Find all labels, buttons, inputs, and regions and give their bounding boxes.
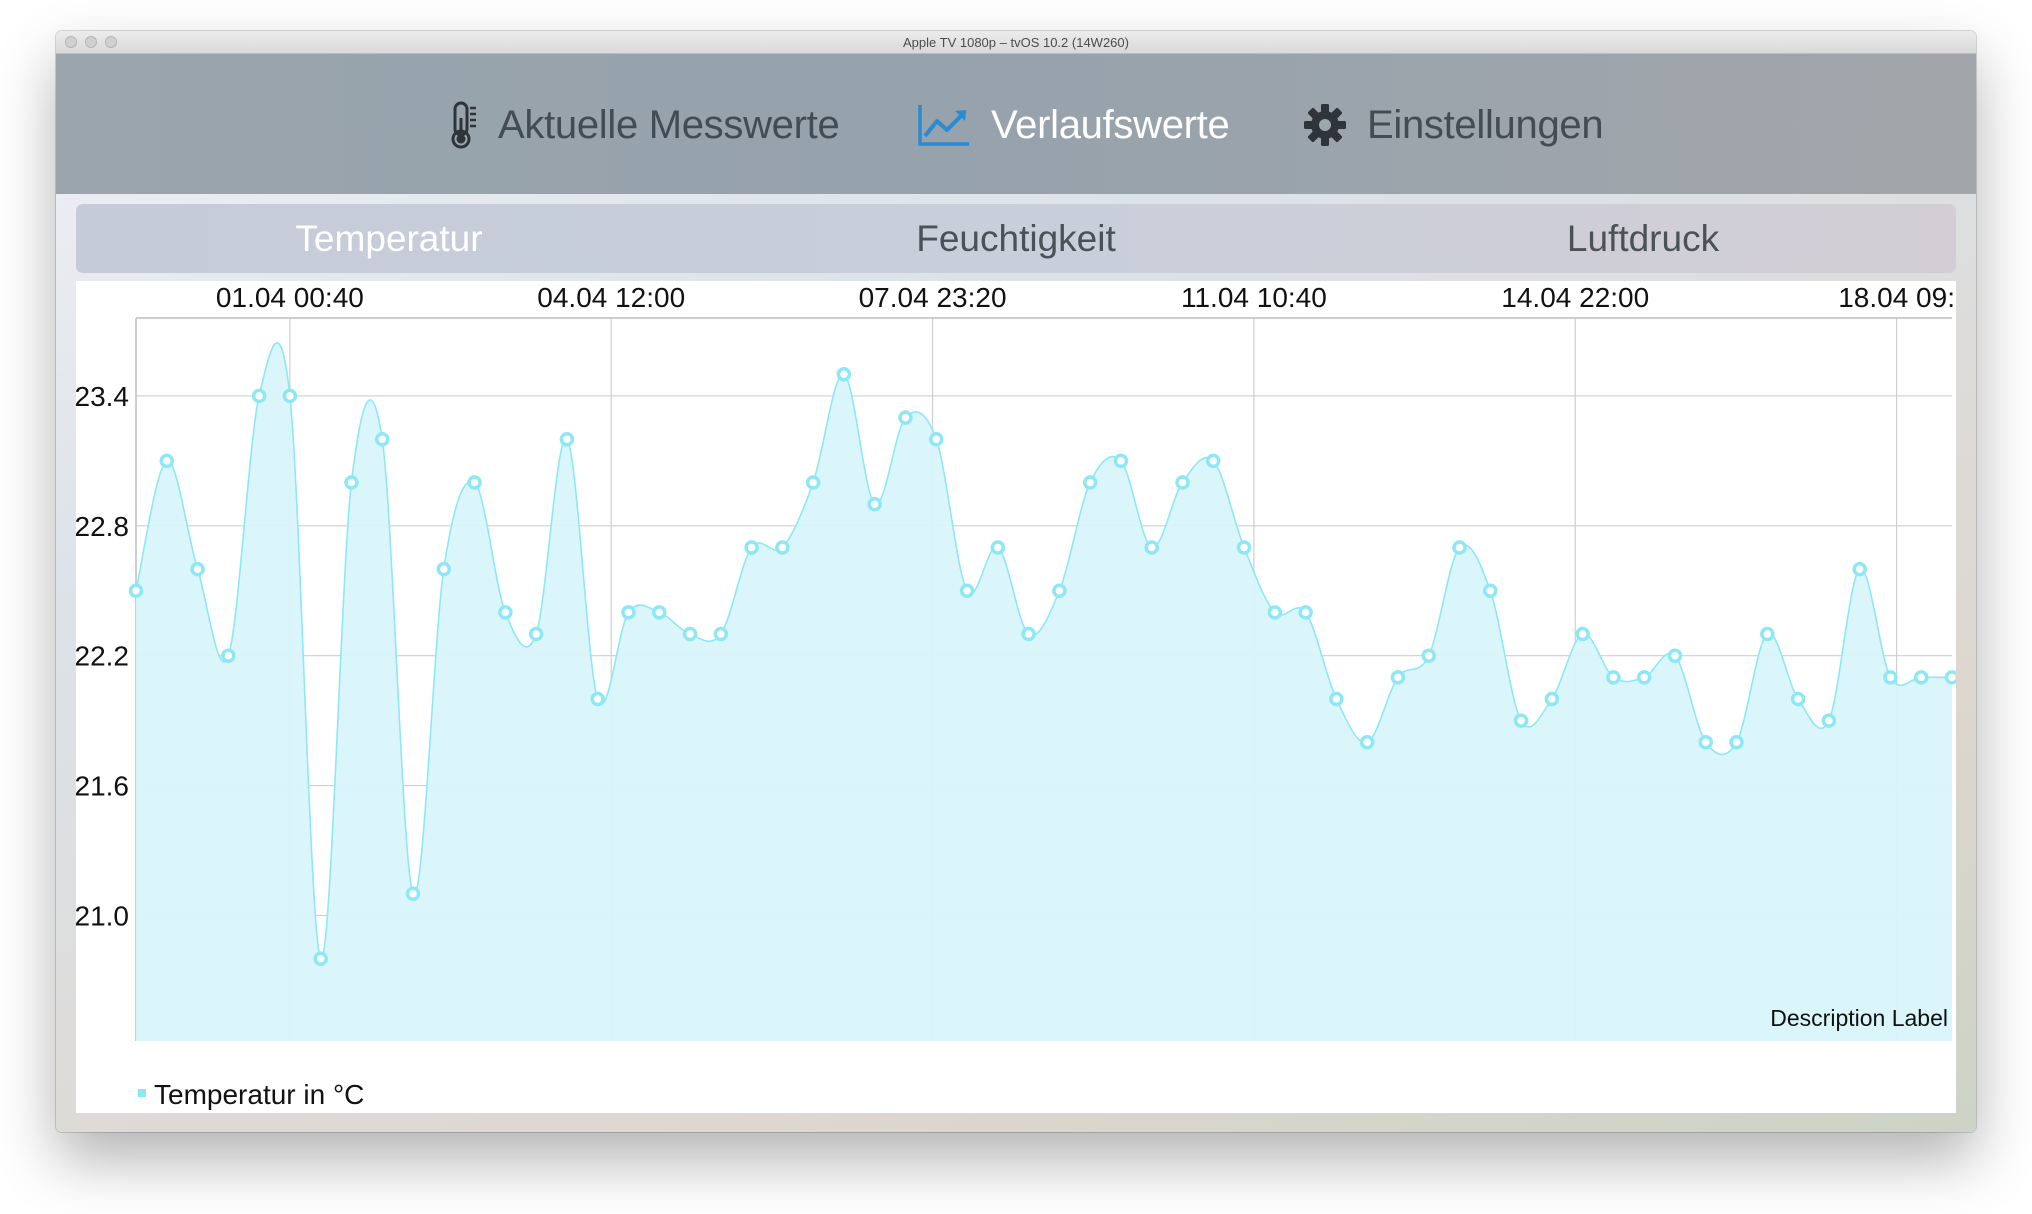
data-point: [929, 431, 944, 447]
data-point: [251, 388, 267, 404]
data-point: [621, 605, 636, 620]
data-point: [1452, 540, 1467, 555]
y-tick-label: 22.2: [76, 641, 129, 672]
data-point: [374, 431, 390, 447]
y-tick-label: 23.4: [76, 381, 129, 412]
data-point: [1359, 735, 1375, 750]
data-point: [282, 388, 298, 404]
data-point: [682, 626, 698, 642]
chart-panel[interactable]: 23.4 22.8 22.2 21.6 21.0 01.04 00:40 04.04 12:…: [76, 281, 1956, 1113]
nav-item-verlaufswerte[interactable]: Verlaufswerte: [917, 97, 1230, 153]
data-point: [1267, 605, 1283, 620]
y-tick-label: 21.0: [76, 900, 129, 931]
data-point: [652, 605, 667, 620]
data-point: [1329, 691, 1344, 707]
data-point: [590, 691, 605, 707]
window-title: Apple TV 1080p – tvOS 10.2 (14W260): [903, 35, 1129, 50]
thermometer-icon: [448, 100, 478, 150]
data-point: [1144, 540, 1159, 555]
data-point: [1421, 648, 1436, 663]
data-point: [1944, 670, 1956, 685]
x-tick-label: 01.04 00:40: [216, 282, 364, 313]
data-point: [1883, 670, 1898, 685]
gear-icon: [1303, 103, 1347, 147]
data-point: [528, 626, 544, 642]
x-tick-label: 18.04 09:: [1838, 282, 1955, 313]
data-point: [990, 540, 1006, 555]
data-point: [1021, 626, 1036, 642]
data-point: [1913, 670, 1929, 685]
nav-item-aktuelle-messwerte[interactable]: Aktuelle Messwerte: [448, 97, 840, 153]
data-point: [436, 561, 452, 577]
data-point: [898, 410, 913, 425]
data-point: [1483, 583, 1498, 598]
nav-item-label: Einstellungen: [1367, 102, 1604, 147]
temperature-line-chart[interactable]: 23.4 22.8 22.2 21.6 21.0 01.04 00:40 04.04 12:…: [76, 281, 1956, 1113]
x-tick-label: 11.04 10:40: [1181, 282, 1327, 313]
x-tick-label: 04.04 12:00: [537, 282, 685, 313]
data-point: [1082, 475, 1098, 490]
x-tick-label: 07.04 23:20: [859, 282, 1007, 313]
nav-item-label: Aktuelle Messwerte: [498, 102, 840, 147]
data-point: [1513, 713, 1529, 728]
data-point: [1298, 605, 1313, 620]
data-point: [559, 431, 575, 447]
data-point: [313, 951, 328, 966]
data-point: [1790, 691, 1806, 707]
series-area-fill: [136, 342, 1952, 1041]
data-point: [744, 540, 759, 555]
data-point: [1390, 670, 1406, 685]
data-point: [128, 583, 144, 598]
data-point: [1113, 453, 1129, 469]
data-point: [159, 453, 175, 469]
data-point: [713, 626, 729, 642]
data-point: [1236, 540, 1252, 555]
data-point: [775, 540, 790, 555]
simulator-window: Apple TV 1080p – tvOS 10.2 (14W260) Aktu…: [56, 31, 1976, 1132]
data-point: [1667, 648, 1683, 663]
data-point: [190, 561, 205, 577]
tab-feuchtigkeit[interactable]: Feuchtigkeit: [703, 204, 1329, 273]
tab-luftdruck[interactable]: Luftdruck: [1330, 204, 1956, 273]
y-tick-label: 22.8: [76, 511, 129, 542]
data-point: [959, 583, 975, 598]
x-tick-label: 14.04 22:00: [1501, 282, 1649, 313]
line-chart-icon: [917, 103, 971, 147]
data-point: [1052, 583, 1067, 598]
top-navigation-bar: Aktuelle Messwerte Verlaufswerte Einstel…: [56, 54, 1976, 194]
data-point: [1544, 691, 1560, 707]
data-point: [805, 475, 821, 490]
legend-label: Temperatur in °C: [154, 1079, 364, 1110]
data-point: [1821, 713, 1837, 728]
nav-item-label: Verlaufswerte: [991, 102, 1230, 147]
data-point: [1760, 626, 1775, 642]
data-point: [467, 475, 482, 490]
window-titlebar: Apple TV 1080p – tvOS 10.2 (14W260): [56, 31, 1976, 54]
data-point: [405, 886, 421, 902]
data-point: [1636, 670, 1652, 685]
description-label: Description Label: [1770, 1005, 1948, 1031]
data-point: [1575, 626, 1590, 642]
data-point: [498, 605, 513, 620]
data-point: [1206, 453, 1221, 469]
data-point: [1175, 475, 1190, 490]
data-point: [867, 496, 882, 512]
data-point: [1606, 670, 1621, 685]
data-point: [344, 475, 359, 490]
data-point: [221, 648, 236, 663]
data-point: [836, 367, 852, 382]
legend-swatch: [138, 1089, 146, 1097]
tab-temperatur[interactable]: Temperatur: [76, 204, 702, 273]
data-point: [1852, 561, 1867, 577]
segmented-control: Temperatur Feuchtigkeit Luftdruck: [76, 204, 1956, 273]
data-point: [1729, 735, 1744, 750]
data-point: [1698, 735, 1714, 750]
nav-item-einstellungen[interactable]: Einstellungen: [1303, 97, 1604, 153]
y-tick-label: 21.6: [76, 771, 129, 802]
